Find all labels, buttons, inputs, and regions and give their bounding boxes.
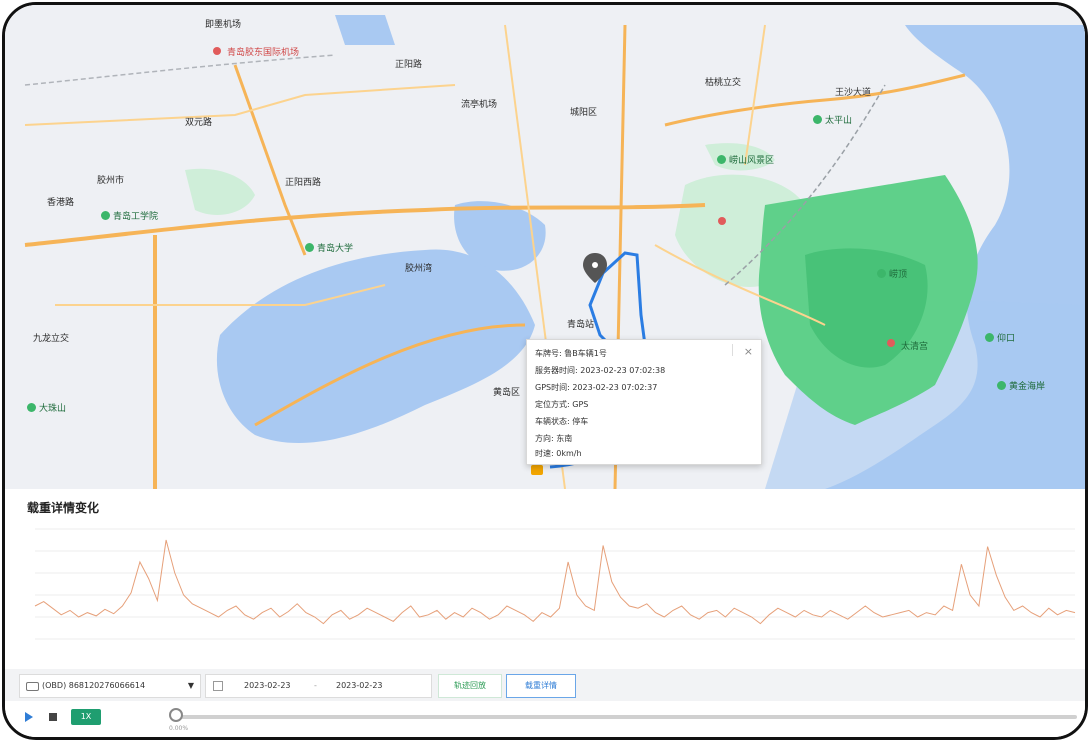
mountain-icon [813,115,822,124]
popup-value: 鲁B车辆1号 [564,349,607,358]
map-label: 青岛站 [567,320,595,330]
device-select-value: (OBD) 868120276066614 [42,681,146,690]
popup-divider [732,344,733,356]
playback-toolbar: (OBD) 868120276066614 ▼ 2023-02-23 - 202… [5,669,1085,701]
popup-row-gps-time: GPS时间: 2023-02-23 07:02:37 [535,382,657,393]
map-label: 崂山风景区 [717,153,774,166]
map-label: 城阳区 [570,108,598,118]
map-label-text: 太平山 [825,116,853,126]
popup-row-direction: 方向: 东南 [535,433,572,444]
school-icon [101,211,110,220]
map-label: 黄金海岸 [997,379,1045,392]
caret-down-icon: ▼ [187,681,194,690]
progress-value: 0.00% [169,725,189,732]
beach-icon [997,381,1006,390]
date-range-picker[interactable]: 2023-02-23 - 2023-02-23 [205,674,432,698]
popup-value: 2023-02-23 07:02:38 [580,366,666,375]
series-line [34,539,1076,625]
speed-button[interactable]: 1X [71,709,101,725]
map-label-text: 大珠山 [39,404,67,414]
map-label: 枯桃立交 [705,78,742,88]
date-end[interactable]: 2023-02-23 [336,675,383,697]
load-line-chart [34,528,1076,640]
device-select[interactable]: (OBD) 868120276066614 ▼ [19,674,201,698]
playback-controls: 1X 0.00% [5,701,1085,737]
park-icon [717,155,726,164]
popup-row-state: 车辆状态: 停车 [535,416,588,427]
date-range-separator: - [314,681,317,690]
popup-value: 东南 [556,434,573,443]
map-label-text: 青岛大学 [317,244,354,254]
vehicle-info-popup: × 车牌号: 鲁B车辆1号 服务器时间: 2023-02-23 07:02:38… [526,339,762,465]
popup-row-locate: 定位方式: GPS [535,399,588,410]
map-label: 青岛大学 [305,241,353,254]
date-start[interactable]: 2023-02-23 [244,675,291,697]
place-icon [985,333,994,342]
calendar-icon [213,681,223,691]
play-icon[interactable] [25,712,33,722]
map-label-text: 黄金海岸 [1009,382,1046,392]
map-label: 胶州市 [97,176,125,186]
load-detail-label: 载重详情 [525,681,557,690]
place-icon [305,243,314,252]
mountain-icon [27,403,36,412]
stop-icon[interactable] [49,713,57,721]
map-label: 胶州湾 [405,264,433,274]
map-label: 大珠山 [27,401,66,414]
popup-label: GPS时间: [535,383,570,392]
popup-value: 2023-02-23 07:02:37 [572,383,658,392]
map-label: 正阳路 [395,60,423,70]
popup-value: 停车 [572,417,589,426]
map-label: 太清宫 [901,342,929,352]
popup-label: 时速: [535,449,554,458]
track-playback-label: 轨迹回放 [454,681,486,690]
progress-handle[interactable] [169,708,183,722]
map-label-text: 崂山风景区 [729,156,775,166]
popup-row-speed: 时速: 0km/h [535,448,582,459]
progress-track[interactable] [177,715,1077,719]
popup-label: 车辆状态: [535,417,570,426]
popup-value: 0km/h [556,449,582,458]
map-label: 王沙大道 [835,88,872,98]
map-label: 青岛工学院 [101,209,158,222]
device-icon [26,682,39,691]
popup-label: 车牌号: [535,349,562,358]
map-label: 九龙立交 [33,334,70,344]
map-label: 双元路 [185,118,213,128]
popup-row-plate: 车牌号: 鲁B车辆1号 [535,348,607,359]
map-label-text: 崂顶 [889,270,908,280]
map-label-text: 仰口 [997,334,1016,344]
map-label: 正阳西路 [285,178,322,188]
map-label: 崂顶 [877,267,907,280]
popup-row-server-time: 服务器时间: 2023-02-23 07:02:38 [535,365,665,376]
map-label: 香港路 [47,198,75,208]
map-label: 仰口 [985,331,1015,344]
popup-label: 方向: [535,434,554,443]
mountain-icon [877,269,886,278]
popup-label: 服务器时间: [535,366,578,375]
popup-label: 定位方式: [535,400,570,409]
map-label-text: 青岛工学院 [113,212,159,222]
close-icon[interactable]: × [744,345,753,358]
map-label: 流亭机场 [461,100,498,110]
map-label: 即墨机场 [205,20,242,30]
load-detail-button[interactable]: 载重详情 [506,674,576,698]
popup-value: GPS [572,400,589,409]
map-label: 黄岛区 [493,388,521,398]
app-frame: 即墨机场 青岛胶东国际机场 胶州市 香港路 正阳西路 城阳区 双元路 正阳路 崂… [2,2,1088,740]
track-playback-button[interactable]: 轨迹回放 [438,674,502,698]
load-chart-panel: 载重详情变化 [5,489,1085,669]
map-label: 青岛胶东国际机场 [227,48,300,58]
map-label: 太平山 [813,113,852,126]
map-view[interactable]: 即墨机场 青岛胶东国际机场 胶州市 香港路 正阳西路 城阳区 双元路 正阳路 崂… [5,5,1085,489]
